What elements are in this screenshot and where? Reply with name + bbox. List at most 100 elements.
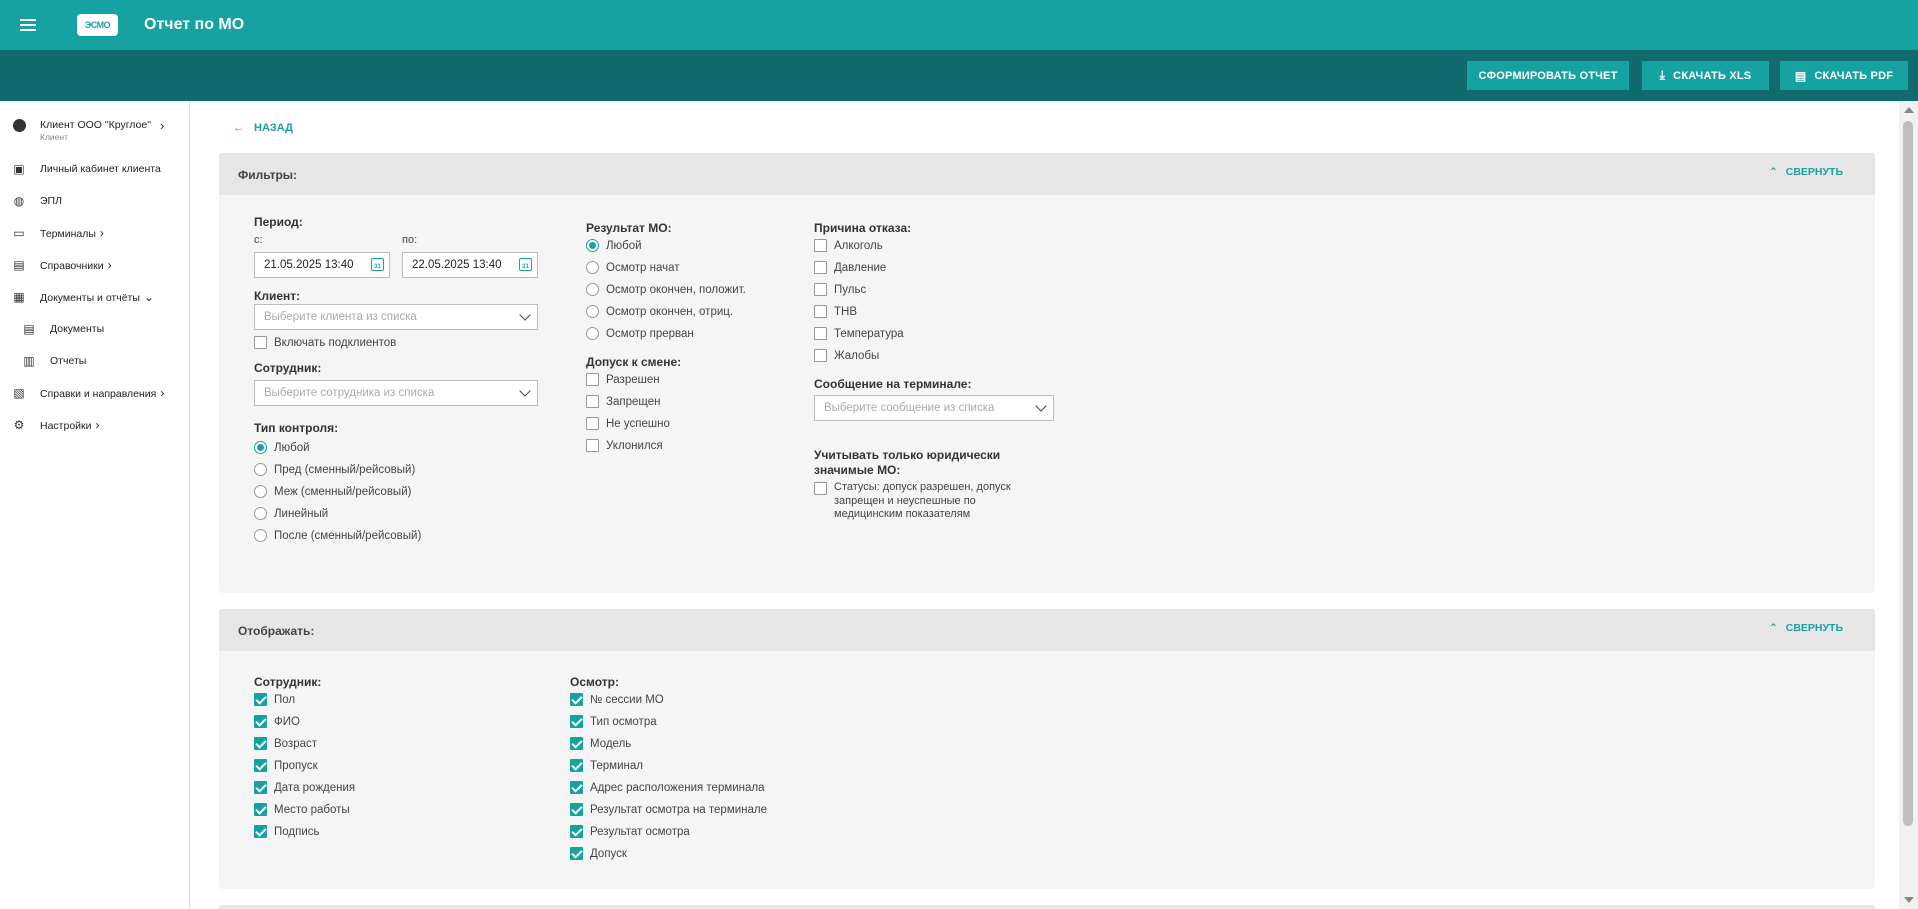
admission-checkbox[interactable]: Не успешно xyxy=(586,417,670,430)
sidebar-item-terminals[interactable]: ▭ Терминалы › xyxy=(0,221,190,245)
admission-checkbox[interactable]: Уклонился xyxy=(586,439,663,452)
display-exam-checkbox[interactable]: Результат осмотра xyxy=(570,825,690,838)
radio-dot xyxy=(586,283,599,296)
calendar-icon[interactable]: 31 xyxy=(371,258,384,271)
employee-select[interactable]: Выберите сотрудника из списка xyxy=(254,380,538,406)
radio-dot xyxy=(586,239,599,252)
display-employee-checkbox[interactable]: Пропуск xyxy=(254,759,318,772)
back-link[interactable]: ← НАЗАД xyxy=(233,122,293,134)
terminal-message-select[interactable]: Выберите сообщение из списка xyxy=(814,395,1054,421)
scrollbar-thumb[interactable] xyxy=(1903,121,1913,826)
display-exam-label: Осмотр: xyxy=(570,675,619,689)
filters-title: Фильтры: xyxy=(238,168,298,182)
display-employee-checkbox[interactable]: Пол xyxy=(254,693,295,706)
account-circle-icon xyxy=(13,119,26,132)
clipboard-icon: ▦ xyxy=(13,290,25,304)
display-panel-header: Отображать: ⌃ СВЕРНУТЬ xyxy=(219,609,1875,651)
display-employee-checkbox[interactable]: Подпись xyxy=(254,825,320,838)
client-select[interactable]: Выберите клиента из списка xyxy=(254,304,538,330)
sidebar-item-client-cabinet[interactable]: ▣ Личный кабинет клиента xyxy=(0,157,190,181)
display-collapse-button[interactable]: ⌃ СВЕРНУТЬ xyxy=(1769,622,1843,634)
sidebar-item-reports[interactable]: ▥ Отчеты xyxy=(0,349,190,373)
download-icon: ⤓ xyxy=(1659,68,1666,82)
display-exam-checkbox[interactable]: Результат осмотра на терминале xyxy=(570,803,767,816)
sidebar-item-settings[interactable]: ⚙ Настройки › xyxy=(0,413,190,437)
display-exam-checkbox[interactable]: № сессии МО xyxy=(570,693,664,706)
sidebar-item-references[interactable]: ▤ Справочники › xyxy=(0,253,190,277)
checkbox-box xyxy=(814,482,827,495)
sidebar-item-label: Документы xyxy=(50,323,105,335)
calendar-icon[interactable]: 31 xyxy=(519,258,532,271)
legal-only-checkbox[interactable]: Статусы: допуск разрешен, допуск запреще… xyxy=(814,481,1011,522)
chevron-down-icon xyxy=(1035,400,1047,412)
checkbox-box xyxy=(570,715,583,728)
reason-checkbox[interactable]: Пульс xyxy=(814,283,866,296)
generate-report-label: СФОРМИРОВАТЬ ОТЧЕТ xyxy=(1478,69,1618,82)
display-exam-checkbox[interactable]: Адрес расположения терминала xyxy=(570,781,765,794)
contact-card-icon: ▣ xyxy=(13,162,25,176)
sidebar-item-documents-reports[interactable]: ▦ Документы и отчёты ⌄ xyxy=(0,285,190,309)
checkbox-box xyxy=(570,803,583,816)
reason-checkbox[interactable]: ТНВ xyxy=(814,305,857,318)
checkbox-box xyxy=(814,349,827,362)
radio-dot xyxy=(586,327,599,340)
date-from-input[interactable]: 21.05.2025 13:40 31 xyxy=(254,252,390,278)
reason-checkbox[interactable]: Жалобы xyxy=(814,349,879,362)
vertical-scrollbar[interactable] xyxy=(1899,101,1918,909)
display-exam-checkbox[interactable]: Тип осмотра xyxy=(570,715,657,728)
top-bar: ЭСМО Отчет по МО xyxy=(0,0,1918,50)
result-label: Результат МО: xyxy=(586,221,672,235)
control-type-radio[interactable]: Линейный xyxy=(254,507,328,520)
sidebar-client[interactable]: Клиент ООО "Круглое" Клиент › xyxy=(0,116,190,148)
scroll-down-icon[interactable] xyxy=(1904,897,1914,903)
display-employee-checkbox[interactable]: Возраст xyxy=(254,737,317,750)
hamburger-menu-icon[interactable] xyxy=(20,16,44,34)
period-from-label: с: xyxy=(254,234,263,246)
radio-dot xyxy=(586,261,599,274)
sidebar-item-documents[interactable]: ▤ Документы xyxy=(0,317,190,341)
medical-clipboard-icon: ▧ xyxy=(13,386,25,400)
sidebar-item-certificates[interactable]: ▧ Справки и направления › xyxy=(0,381,190,405)
terminal-message-label: Сообщение на терминале: xyxy=(814,377,972,391)
control-type-radio[interactable]: Любой xyxy=(254,441,310,454)
reason-checkbox[interactable]: Давление xyxy=(814,261,886,274)
checkbox-box xyxy=(570,781,583,794)
scroll-up-icon[interactable] xyxy=(1904,107,1914,113)
download-pdf-button[interactable]: ▤ СКАЧАТЬ PDF xyxy=(1780,61,1908,90)
display-employee-checkbox[interactable]: Место работы xyxy=(254,803,350,816)
admission-label: Допуск к смене: xyxy=(586,355,682,369)
reason-checkbox[interactable]: Алкоголь xyxy=(814,239,883,252)
result-radio[interactable]: Осмотр окончен, положит. xyxy=(586,283,746,296)
chevron-right-icon: › xyxy=(160,118,165,133)
radio-dot xyxy=(586,305,599,318)
sidebar-item-epl[interactable]: ◍ ЭПЛ xyxy=(0,189,190,213)
reason-checkbox[interactable]: Температура xyxy=(814,327,904,340)
download-pdf-label: СКАЧАТЬ PDF xyxy=(1814,69,1894,82)
admission-checkbox[interactable]: Запрещен xyxy=(586,395,660,408)
display-exam-checkbox[interactable]: Терминал xyxy=(570,759,643,772)
radio-dot xyxy=(254,441,267,454)
control-type-radio[interactable]: Меж (сменный/рейсовый) xyxy=(254,485,411,498)
admission-checkbox[interactable]: Разрешен xyxy=(586,373,660,386)
app-logo: ЭСМО xyxy=(77,14,118,36)
display-exam-checkbox[interactable]: Модель xyxy=(570,737,631,750)
control-type-radio[interactable]: Пред (сменный/рейсовый) xyxy=(254,463,415,476)
result-radio[interactable]: Осмотр прерван xyxy=(586,327,694,340)
control-type-label: Тип контроля: xyxy=(254,421,339,435)
display-employee-checkbox[interactable]: Дата рождения xyxy=(254,781,355,794)
checkbox-box xyxy=(254,759,267,772)
result-radio[interactable]: Осмотр начат xyxy=(586,261,680,274)
checkbox-box xyxy=(814,327,827,340)
include-subclients-checkbox[interactable]: Включать подклиентов xyxy=(254,336,396,349)
control-type-radio[interactable]: После (сменный/рейсовый) xyxy=(254,529,421,542)
date-to-input[interactable]: 22.05.2025 13:40 31 xyxy=(402,252,538,278)
download-xls-button[interactable]: ⤓ СКАЧАТЬ XLS xyxy=(1642,61,1769,90)
result-radio[interactable]: Любой xyxy=(586,239,642,252)
display-employee-checkbox[interactable]: ФИО xyxy=(254,715,300,728)
checkbox-box xyxy=(254,781,267,794)
result-radio[interactable]: Осмотр окончен, отриц. xyxy=(586,305,733,318)
checkbox-box xyxy=(254,715,267,728)
filters-collapse-button[interactable]: ⌃ СВЕРНУТЬ xyxy=(1769,166,1843,178)
display-exam-checkbox[interactable]: Допуск xyxy=(570,847,627,860)
generate-report-button[interactable]: СФОРМИРОВАТЬ ОТЧЕТ xyxy=(1467,61,1629,90)
